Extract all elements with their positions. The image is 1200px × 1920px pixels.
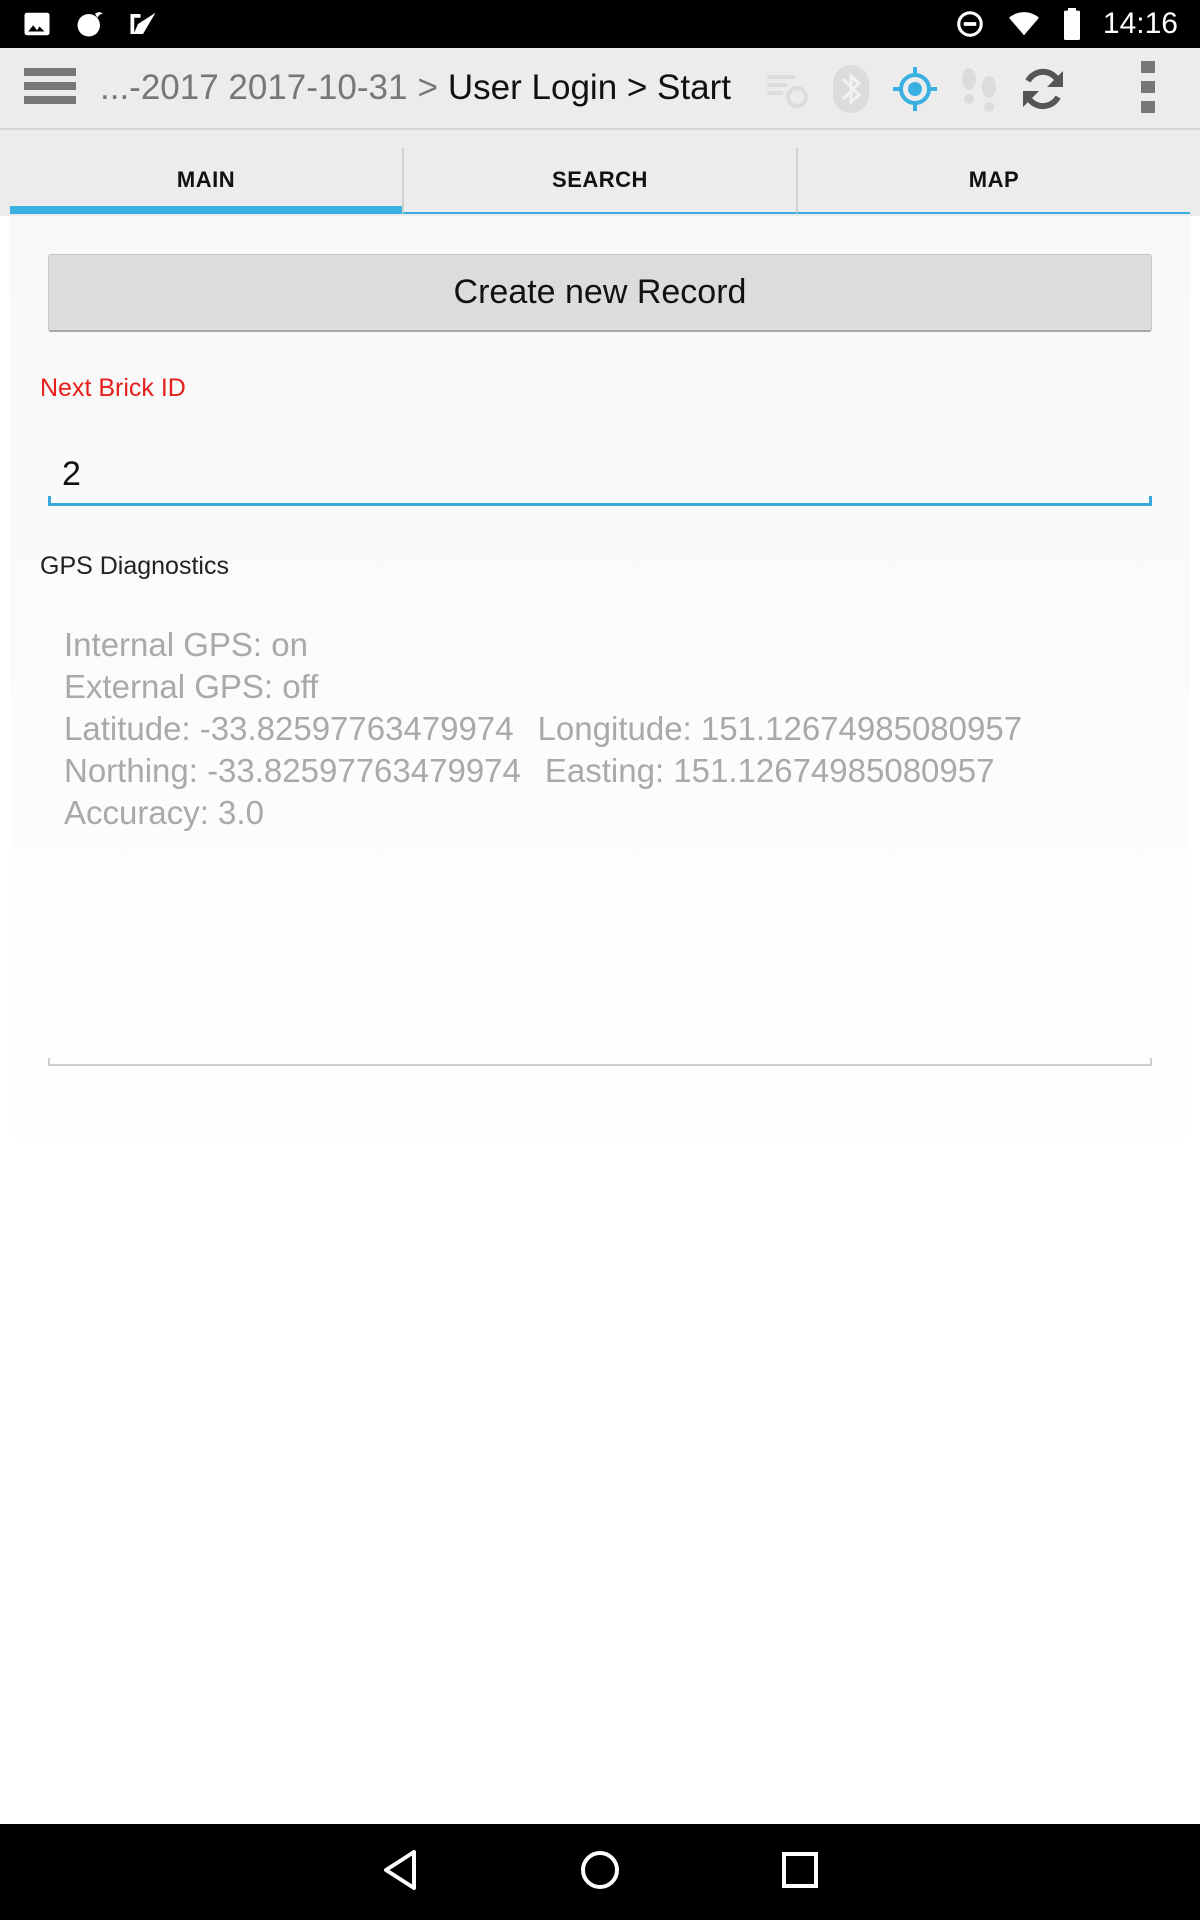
- next-brick-id-input[interactable]: 2: [48, 446, 1152, 506]
- recents-button[interactable]: [760, 1832, 840, 1912]
- gps-external-line: External GPS: off: [64, 668, 319, 705]
- sync-disabled-icon[interactable]: [755, 48, 819, 130]
- hamburger-menu-icon: [24, 66, 76, 111]
- image-icon: [22, 9, 52, 39]
- main-content: Create new Record Next Brick ID 2 GPS Di…: [10, 216, 1190, 1824]
- do-not-disturb-icon: [955, 9, 985, 39]
- gps-northing: Northing: -33.82597763479974: [64, 752, 521, 789]
- overflow-menu-button[interactable]: [1126, 48, 1170, 130]
- create-new-record-button[interactable]: Create new Record: [48, 254, 1152, 332]
- gps-diagnostics-field[interactable]: Internal GPS: on External GPS: off Latit…: [48, 624, 1152, 1066]
- gps-internal-line: Internal GPS: on: [64, 626, 308, 663]
- status-time: 14:16: [1102, 7, 1178, 40]
- breadcrumb: ...-2017 2017-10-31 > User Login > Start: [100, 68, 740, 108]
- gps-lat-lon-line: Latitude: -33.82597763479974 Longitude: 1…: [64, 708, 1144, 750]
- tab-main[interactable]: MAIN: [10, 148, 402, 214]
- tab-bar: MAIN SEARCH MAP: [10, 148, 1190, 214]
- gps-diagnostics-label: GPS Diagnostics: [40, 552, 229, 580]
- battery-icon: [1063, 8, 1081, 40]
- gps-longitude: Longitude: 151.12674985080957: [537, 710, 1023, 747]
- breadcrumb-separator: >: [417, 68, 438, 107]
- tab-map[interactable]: MAP: [796, 148, 1190, 214]
- status-right-icons: 14:16: [955, 7, 1178, 41]
- gps-easting: Easting: 151.12674985080957: [544, 752, 995, 789]
- gps-diagnostics-text: Internal GPS: on External GPS: off Latit…: [64, 624, 1144, 834]
- gps-latitude: Latitude: -33.82597763479974: [64, 710, 514, 747]
- home-icon: [578, 1848, 622, 1897]
- tab-search[interactable]: SEARCH: [402, 148, 796, 214]
- navigation-bar: [0, 1824, 1200, 1920]
- home-button[interactable]: [560, 1832, 640, 1912]
- gps-northing-easting-line: Northing: -33.82597763479974 Easting: 151…: [64, 750, 1144, 792]
- action-bar: ...-2017 2017-10-31 > User Login > Start: [0, 48, 1200, 130]
- refresh-icon[interactable]: [1011, 48, 1075, 130]
- bluetooth-icon[interactable]: [819, 48, 883, 130]
- next-brick-id-label: Next Brick ID: [40, 374, 186, 402]
- status-left-icons: [22, 9, 158, 39]
- breadcrumb-current: User Login > Start: [447, 68, 731, 107]
- notification-app-icon: [74, 9, 106, 39]
- back-icon: [380, 1848, 420, 1897]
- more-vertical-icon: [1141, 60, 1155, 118]
- wifi-icon: [1007, 9, 1041, 39]
- status-bar: 14:16: [0, 0, 1200, 48]
- gps-icon[interactable]: [883, 48, 947, 130]
- breadcrumb-prefix[interactable]: ...-2017 2017-10-31: [100, 68, 407, 108]
- action-icons: [755, 48, 1075, 130]
- gps-accuracy-line: Accuracy: 3.0: [64, 794, 264, 831]
- menu-button[interactable]: [0, 47, 100, 129]
- recents-icon: [780, 1850, 820, 1895]
- footprints-icon[interactable]: [947, 48, 1011, 130]
- check-app-icon: [128, 9, 158, 39]
- back-button[interactable]: [360, 1832, 440, 1912]
